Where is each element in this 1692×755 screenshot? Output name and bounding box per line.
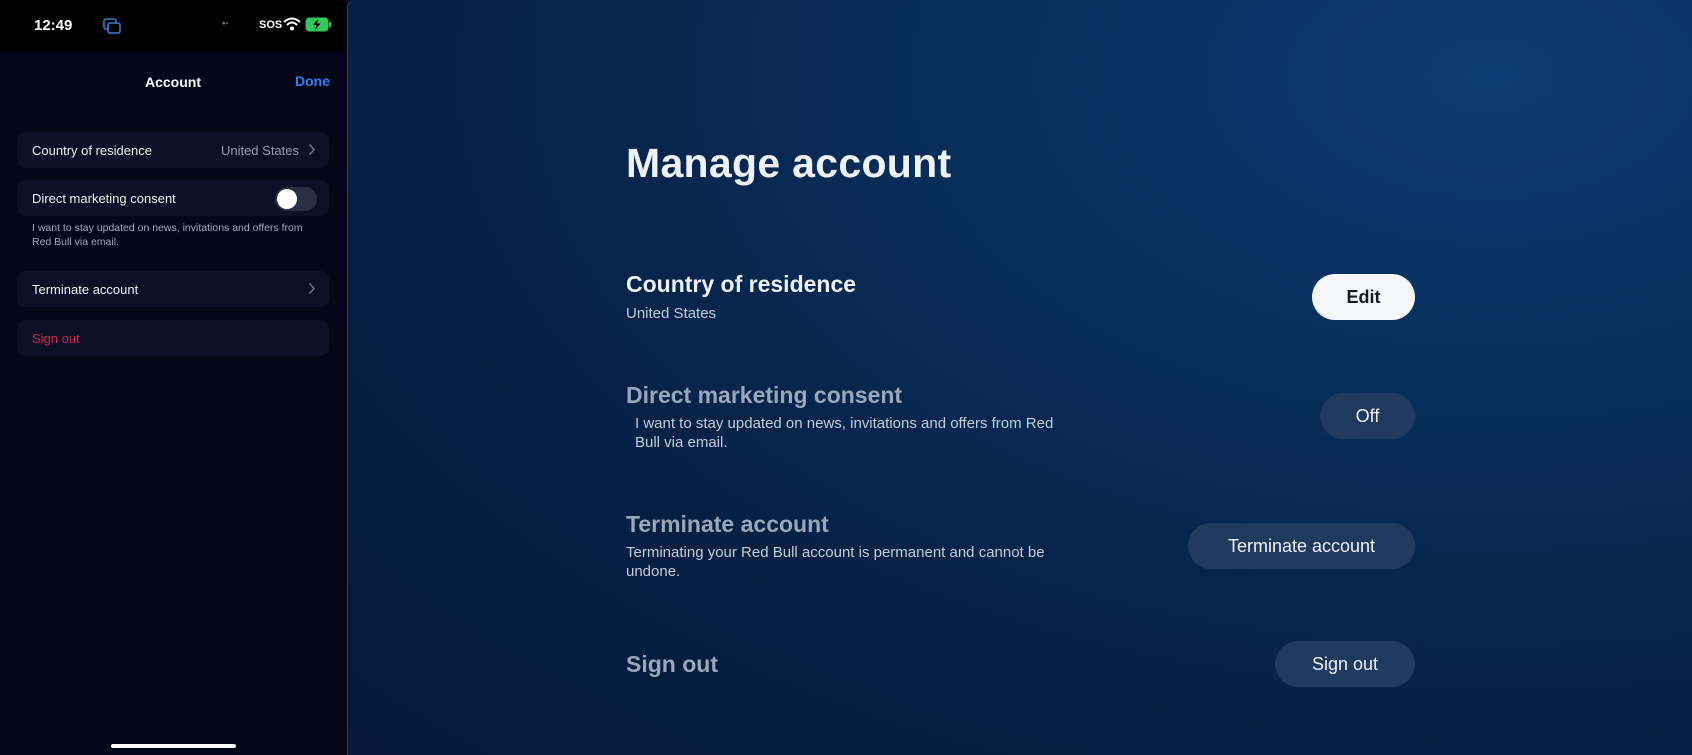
country-value: United States	[626, 305, 717, 322]
terminate-heading: Terminate account	[626, 511, 829, 537]
country-heading: Country of residence	[626, 271, 857, 297]
carrier-status: SOS	[259, 19, 283, 31]
phone-panel: 12:49 ●▪ SOS Account Done Country of res…	[0, 0, 346, 755]
toggle-knob	[277, 189, 297, 209]
wifi-icon	[283, 17, 301, 31]
chevron-right-icon	[308, 282, 316, 295]
terminate-description: Terminating your Red Bull account is per…	[626, 544, 1045, 580]
consent-off-button[interactable]: Off	[1320, 393, 1415, 439]
consent-description: I want to stay updated on news, invitati…	[32, 222, 303, 248]
signout-button[interactable]: Sign out	[1275, 641, 1415, 687]
terminate-row[interactable]: Terminate account	[17, 271, 329, 307]
consent-description: I want to stay updated on news, invitati…	[635, 415, 1054, 451]
consent-row: Direct marketing consent	[17, 180, 329, 216]
status-time: 12:49	[34, 17, 73, 34]
country-row[interactable]: Country of residence United States	[17, 132, 329, 168]
camera-indicator-icon: ●▪	[222, 21, 228, 27]
done-button[interactable]: Done	[295, 73, 330, 89]
manage-account-panel: Manage account Country of residence Unit…	[347, 0, 1692, 755]
country-label: Country of residence	[32, 143, 152, 158]
terminate-account-button[interactable]: Terminate account	[1188, 523, 1415, 569]
terminate-label: Terminate account	[32, 282, 139, 297]
consent-label: Direct marketing consent	[32, 191, 176, 206]
signout-row[interactable]: Sign out	[17, 320, 329, 356]
edit-country-button[interactable]: Edit	[1312, 274, 1415, 320]
signout-heading: Sign out	[626, 651, 718, 677]
consent-toggle[interactable]	[275, 187, 317, 211]
battery-charging-icon	[305, 17, 331, 32]
consent-heading: Direct marketing consent	[626, 382, 903, 408]
home-indicator	[111, 744, 236, 748]
country-value: United States	[220, 143, 299, 158]
status-bar: 12:49 ●▪ SOS	[0, 0, 346, 52]
signout-label: Sign out	[32, 331, 80, 346]
chevron-right-icon	[308, 143, 316, 156]
page-title: Manage account	[626, 140, 952, 186]
nav-bar: Account Done	[0, 62, 346, 100]
screen-mirroring-icon	[103, 18, 121, 34]
